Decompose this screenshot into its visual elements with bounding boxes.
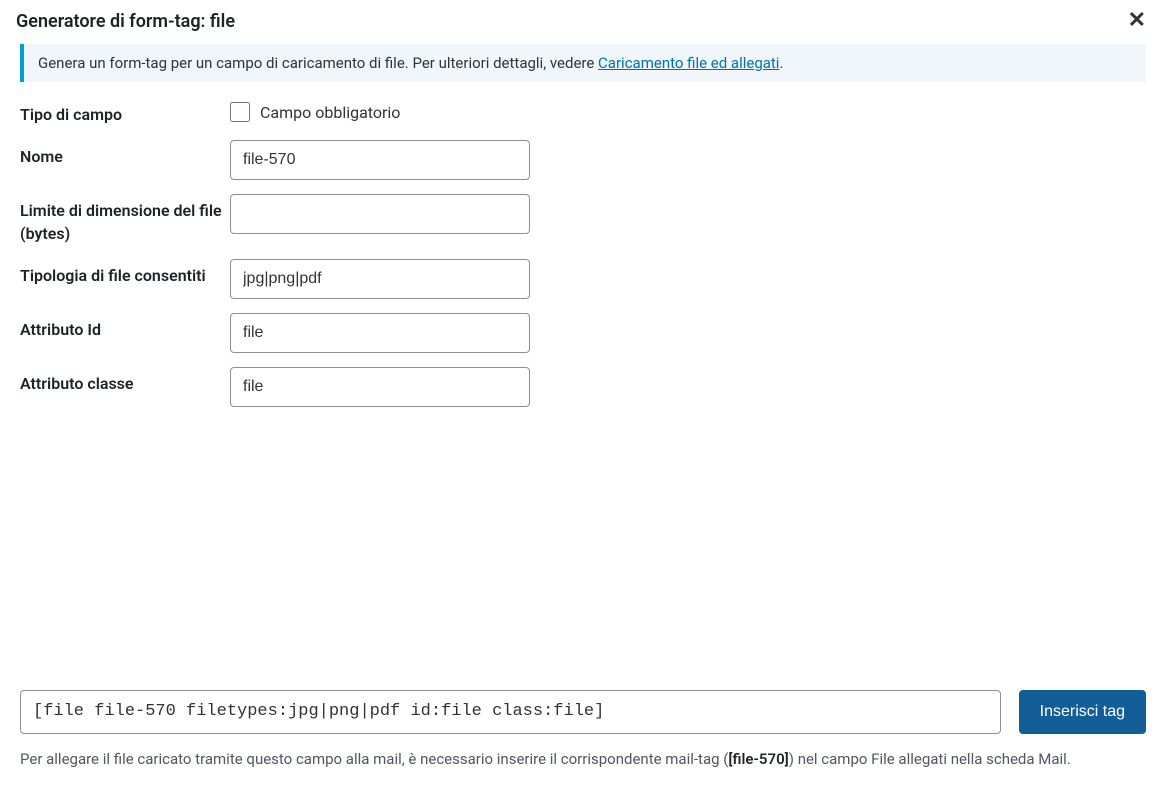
row-filetypes: Tipologia di file consentiti [20, 259, 1146, 299]
row-id-attr: Attributo Id [20, 313, 1146, 353]
required-checkbox-label[interactable]: Campo obbligatorio [260, 103, 400, 122]
required-checkbox[interactable] [230, 102, 250, 122]
generated-tag-output[interactable] [20, 690, 1001, 734]
name-input[interactable] [230, 140, 530, 180]
footer-note-suffix: ) nel campo File allegati nella scheda M… [789, 750, 1071, 768]
info-link[interactable]: Caricamento file ed allegati [598, 54, 779, 72]
info-banner: Genera un form-tag per un campo di caric… [20, 44, 1146, 82]
filetypes-input[interactable] [230, 259, 530, 299]
footer-note: Per allegare il file caricato tramite qu… [20, 748, 1146, 771]
label-name: Nome [20, 140, 230, 168]
file-limit-input[interactable] [230, 194, 530, 234]
label-file-limit: Limite di dimensione del file (bytes) [20, 194, 230, 245]
info-text-prefix: Genera un form-tag per un campo di caric… [38, 54, 598, 72]
row-file-limit: Limite di dimensione del file (bytes) [20, 194, 1146, 245]
class-attr-input[interactable] [230, 367, 530, 407]
footer-note-prefix: Per allegare il file caricato tramite qu… [20, 750, 728, 768]
row-name: Nome [20, 140, 1146, 180]
label-field-type: Tipo di campo [20, 98, 230, 126]
close-icon[interactable]: ✕ [1128, 10, 1146, 32]
row-field-type: Tipo di campo Campo obbligatorio [20, 98, 1146, 126]
footer-note-mailtag: [file-570] [728, 750, 788, 768]
modal-title: Generatore di form-tag: file [16, 11, 235, 32]
label-class-attr: Attributo classe [20, 367, 230, 395]
id-attr-input[interactable] [230, 313, 530, 353]
footer: Inserisci tag Per allegare il file caric… [0, 690, 1162, 790]
modal-header: Generatore di form-tag: file ✕ [0, 0, 1162, 40]
tag-row: Inserisci tag [20, 690, 1146, 734]
info-text-suffix: . [779, 54, 783, 72]
insert-tag-button[interactable]: Inserisci tag [1019, 690, 1146, 734]
label-filetypes: Tipologia di file consentiti [20, 259, 230, 287]
label-id-attr: Attributo Id [20, 313, 230, 341]
form-body: Tipo di campo Campo obbligatorio Nome Li… [0, 94, 1162, 407]
row-class-attr: Attributo classe [20, 367, 1146, 407]
required-checkbox-wrap: Campo obbligatorio [230, 98, 400, 122]
